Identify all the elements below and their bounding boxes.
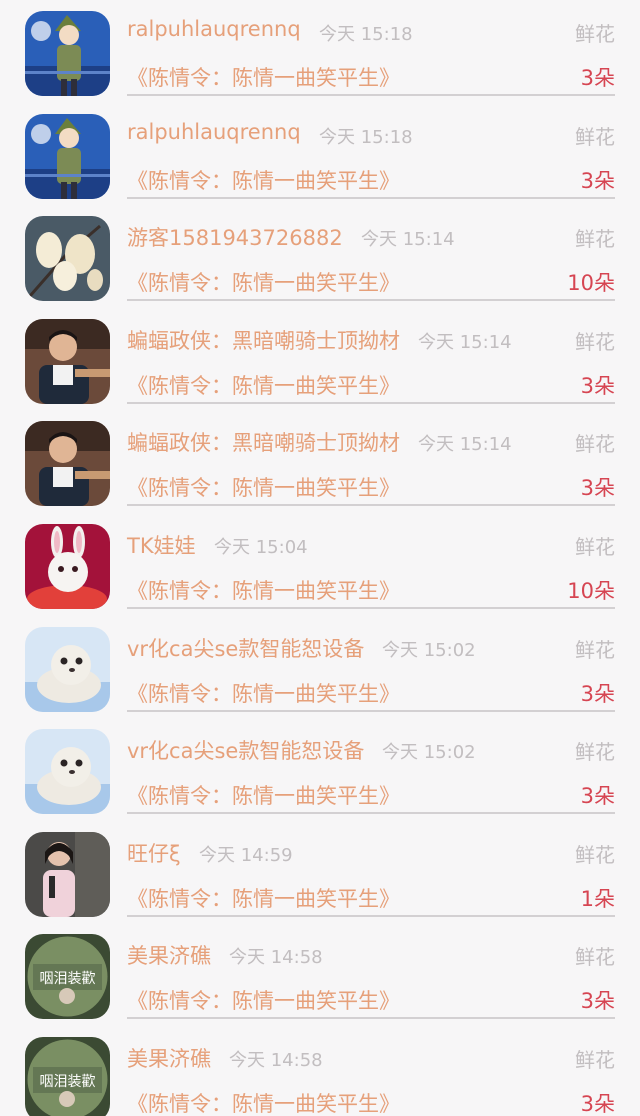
row-divider bbox=[127, 504, 615, 507]
avatar-man-photo-icon[interactable] bbox=[25, 318, 110, 404]
row-divider bbox=[127, 914, 615, 917]
gift-type-label: 鲜花 bbox=[575, 1048, 615, 1072]
timestamp: 今天 15:02 bbox=[382, 639, 476, 661]
gift-quantity: 3朵 bbox=[580, 373, 615, 398]
gift-quantity: 3朵 bbox=[580, 784, 615, 809]
gift-quantity: 3朵 bbox=[580, 1092, 615, 1116]
user-name[interactable]: ralpuhlauqrennq bbox=[127, 17, 301, 41]
gift-type-label: 鲜花 bbox=[575, 535, 615, 559]
gift-quantity: 10朵 bbox=[567, 271, 615, 296]
user-name[interactable]: 蝙蝠政侠：黑暗嘲骑士顶拗材 bbox=[127, 325, 400, 355]
book-title-link[interactable]: 《陈情令：陈情一曲笑平生》 bbox=[127, 575, 400, 605]
user-name[interactable]: vr化ca尖se款智能恕设备 bbox=[127, 735, 364, 765]
book-title-link[interactable]: 《陈情令：陈情一曲笑平生》 bbox=[127, 472, 400, 502]
user-name[interactable]: ralpuhlauqrennq bbox=[127, 120, 301, 144]
gift-type-label: 鲜花 bbox=[575, 124, 615, 149]
list-item[interactable]: vr化ca尖se款智能恕设备 今天 15:02 鲜花《陈情令：陈情一曲笑平生》 3朵 bbox=[0, 616, 640, 718]
user-name[interactable]: TK娃娃 bbox=[127, 530, 196, 560]
list-item[interactable]: 蝙蝠政侠：黑暗嘲骑士顶拗材 今天 15:14 鲜花《陈情令：陈情一曲笑平生》 3朵 bbox=[0, 308, 640, 410]
avatar-girl-photo-icon[interactable] bbox=[25, 831, 110, 917]
book-title-link[interactable]: 《陈情令：陈情一曲笑平生》 bbox=[127, 985, 400, 1015]
gift-quantity: 3朵 bbox=[580, 66, 615, 90]
avatar-seal-icon[interactable] bbox=[25, 729, 110, 815]
gift-record-list: ralpuhlauqrennq 今天 15:18 鲜花 《陈情令：陈情一曲笑平生》 3朵… bbox=[0, 0, 640, 1116]
row-divider bbox=[127, 401, 615, 404]
user-name[interactable]: 蝙蝠政侠：黑暗嘲骑士顶拗材 bbox=[127, 427, 400, 457]
gift-quantity: 3朵 bbox=[580, 168, 615, 193]
avatar-man-photo-icon[interactable] bbox=[25, 421, 110, 507]
list-item[interactable]: vr化ca尖se款智能恕设备 今天 15:02 鲜花《陈情令：陈情一曲笑平生》 3朵 bbox=[0, 718, 640, 820]
gift-type-label: 鲜花 bbox=[575, 842, 615, 867]
gift-type-label: 鲜花 bbox=[575, 637, 615, 662]
gift-type-label: 鲜花 bbox=[575, 432, 615, 457]
row-divider bbox=[127, 607, 615, 609]
user-name[interactable]: vr化ca尖se款智能恕设备 bbox=[127, 633, 364, 663]
book-title-link[interactable]: 《陈情令：陈情一曲笑平生》 bbox=[127, 370, 400, 400]
book-title-link[interactable]: 《陈情令：陈情一曲笑平生》 bbox=[127, 165, 400, 195]
timestamp: 今天 15:04 bbox=[214, 537, 308, 558]
list-item[interactable]: 蝙蝠政侠：黑暗嘲骑士顶拗材 今天 15:14 鲜花《陈情令：陈情一曲笑平生》 3朵 bbox=[0, 410, 640, 512]
book-title-link[interactable]: 《陈情令：陈情一曲笑平生》 bbox=[127, 1088, 400, 1116]
row-divider bbox=[127, 812, 615, 815]
list-item[interactable]: 咽泪装歡 美果济礁 今天 14:58 鲜花《陈情令：陈情一曲笑平生》 3朵 bbox=[0, 923, 640, 1025]
user-name[interactable]: 美果济礁 bbox=[127, 940, 211, 970]
list-item[interactable]: 咽泪装歡 美果济礁 今天 14:58 鲜花《陈情令：陈情一曲笑平生》 3朵 bbox=[0, 1026, 640, 1116]
user-name[interactable]: 美果济礁 bbox=[127, 1043, 211, 1073]
gift-type-label: 鲜花 bbox=[575, 329, 615, 354]
timestamp: 今天 14:58 bbox=[229, 947, 323, 969]
timestamp: 今天 15:02 bbox=[382, 742, 476, 764]
row-divider bbox=[127, 299, 615, 302]
book-title-link[interactable]: 《陈情令：陈情一曲笑平生》 bbox=[127, 62, 400, 92]
list-item[interactable]: ralpuhlauqrennq 今天 15:18 鲜花《陈情令：陈情一曲笑平生》 3朵 bbox=[0, 103, 640, 205]
gift-type-label: 鲜花 bbox=[575, 22, 615, 46]
avatar-round-badge-icon[interactable]: 咽泪装歡 bbox=[25, 1037, 110, 1116]
book-title-link[interactable]: 《陈情令：陈情一曲笑平生》 bbox=[127, 780, 400, 810]
timestamp: 今天 15:14 bbox=[418, 434, 512, 456]
gift-quantity: 3朵 bbox=[580, 989, 615, 1014]
book-title-link[interactable]: 《陈情令：陈情一曲笑平生》 bbox=[127, 678, 400, 708]
gift-quantity: 10朵 bbox=[567, 579, 615, 603]
row-divider bbox=[127, 196, 615, 199]
user-name[interactable]: 游客1581943726882 bbox=[127, 222, 343, 252]
gift-type-label: 鲜花 bbox=[575, 740, 615, 765]
list-item[interactable]: TK娃娃 今天 15:04 鲜花《陈情令：陈情一曲笑平生》 10朵 bbox=[0, 513, 640, 615]
avatar-rabbit-icon[interactable] bbox=[25, 524, 110, 609]
avatar-badge-text: 咽泪装歡 bbox=[40, 1074, 96, 1090]
avatar-magnolia-icon[interactable] bbox=[25, 216, 110, 302]
avatar-badge-text: 咽泪装歡 bbox=[40, 971, 96, 987]
timestamp: 今天 14:59 bbox=[199, 844, 293, 866]
list-item[interactable]: ralpuhlauqrennq 今天 15:18 鲜花《陈情令：陈情一曲笑平生》 3朵 bbox=[0, 0, 640, 102]
timestamp: 今天 15:14 bbox=[361, 229, 455, 251]
avatar-anime-boy-icon[interactable] bbox=[25, 11, 110, 96]
gift-quantity: 3朵 bbox=[580, 681, 615, 706]
gift-quantity: 3朵 bbox=[580, 476, 615, 501]
timestamp: 今天 15:14 bbox=[418, 331, 512, 353]
row-divider bbox=[127, 94, 615, 96]
timestamp: 今天 15:18 bbox=[319, 126, 413, 148]
avatar-round-badge-icon[interactable]: 咽泪装歡 bbox=[25, 934, 110, 1020]
gift-quantity: 1朵 bbox=[580, 886, 615, 911]
gift-type-label: 鲜花 bbox=[575, 945, 615, 970]
avatar-seal-icon[interactable] bbox=[25, 626, 110, 712]
timestamp: 今天 14:58 bbox=[229, 1050, 323, 1071]
gift-type-label: 鲜花 bbox=[575, 227, 615, 252]
row-divider bbox=[127, 709, 615, 712]
avatar-anime-boy-icon[interactable] bbox=[25, 113, 110, 199]
list-item[interactable]: 游客1581943726882 今天 15:14 鲜花《陈情令：陈情一曲笑平生》 10… bbox=[0, 205, 640, 307]
book-title-link[interactable]: 《陈情令：陈情一曲笑平生》 bbox=[127, 267, 400, 297]
timestamp: 今天 15:18 bbox=[319, 24, 413, 45]
row-divider bbox=[127, 1017, 615, 1020]
book-title-link[interactable]: 《陈情令：陈情一曲笑平生》 bbox=[127, 883, 400, 913]
list-item[interactable]: 旺仔ξ 今天 14:59 鲜花《陈情令：陈情一曲笑平生》 1朵 bbox=[0, 821, 640, 923]
user-name[interactable]: 旺仔ξ bbox=[127, 838, 181, 868]
